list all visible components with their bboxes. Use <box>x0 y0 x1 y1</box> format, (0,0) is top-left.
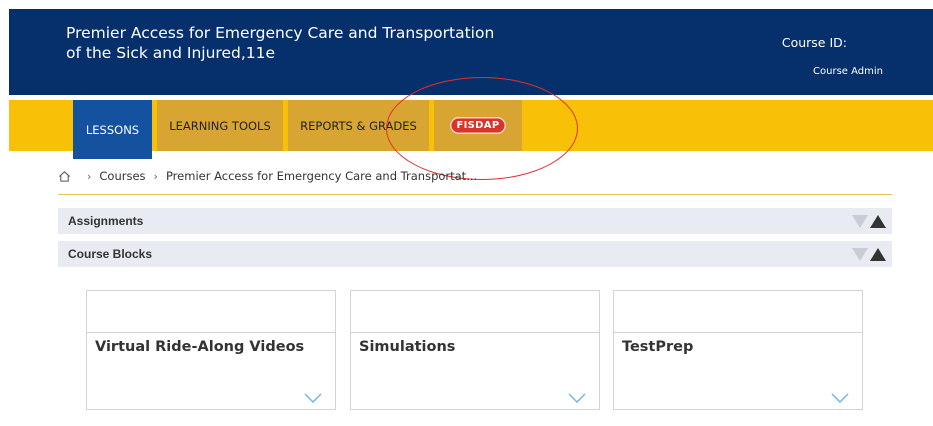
breadcrumb-courses[interactable]: Courses <box>99 169 145 183</box>
section-course-blocks-label: Course Blocks <box>68 247 153 261</box>
card-title: TestPrep <box>622 339 694 355</box>
course-id-label: Course ID: <box>781 35 847 50</box>
card-divider <box>351 332 599 333</box>
main-nav: LESSONS LEARNING TOOLS REPORTS & GRADES … <box>9 100 933 159</box>
triangle-down-icon[interactable] <box>852 248 868 261</box>
tab-learning-tools[interactable]: LEARNING TOOLS <box>157 100 283 151</box>
triangle-up-icon[interactable] <box>870 215 886 228</box>
triangle-down-icon[interactable] <box>852 215 868 228</box>
chevron-down-icon[interactable] <box>303 392 323 404</box>
course-block-card[interactable]: TestPrep <box>613 290 863 410</box>
chevron-right-icon: › <box>87 169 92 183</box>
card-title: Simulations <box>359 339 456 355</box>
tab-fisdap[interactable]: FISDAP <box>434 100 522 151</box>
user-role-link[interactable]: Course Admin <box>813 66 883 77</box>
fisdap-logo: FISDAP <box>449 117 507 134</box>
course-header: Premier Access for Emergency Care and Tr… <box>9 9 933 95</box>
card-divider <box>614 332 862 333</box>
triangle-up-icon[interactable] <box>870 248 886 261</box>
card-title: Virtual Ride-Along Videos <box>95 339 305 355</box>
section-course-blocks[interactable]: Course Blocks <box>58 241 892 267</box>
course-title: Premier Access for Emergency Care and Tr… <box>66 23 526 63</box>
section-assignments-label: Assignments <box>68 214 144 228</box>
course-title-line1: Premier Access for Emergency Care and Tr… <box>66 24 495 42</box>
course-title-line2: of the Sick and Injured,11e <box>66 44 276 62</box>
tab-reports-grades[interactable]: REPORTS & GRADES <box>288 100 429 151</box>
section-assignments[interactable]: Assignments <box>58 208 892 234</box>
course-block-card[interactable]: Virtual Ride-Along Videos <box>86 290 336 410</box>
breadcrumb: › Courses › Premier Access for Emergency… <box>58 168 477 184</box>
card-divider <box>87 332 335 333</box>
section-toggle[interactable] <box>852 215 886 228</box>
chevron-down-icon[interactable] <box>567 392 587 404</box>
section-toggle[interactable] <box>852 248 886 261</box>
breadcrumb-current-course[interactable]: Premier Access for Emergency Care and Tr… <box>166 169 477 183</box>
tab-lessons[interactable]: LESSONS <box>73 100 152 159</box>
top-gap <box>0 0 933 9</box>
home-icon[interactable] <box>58 170 71 183</box>
chevron-right-icon: › <box>153 169 158 183</box>
course-block-card[interactable]: Simulations <box>350 290 600 410</box>
chevron-down-icon[interactable] <box>830 392 850 404</box>
breadcrumb-divider <box>58 194 892 195</box>
